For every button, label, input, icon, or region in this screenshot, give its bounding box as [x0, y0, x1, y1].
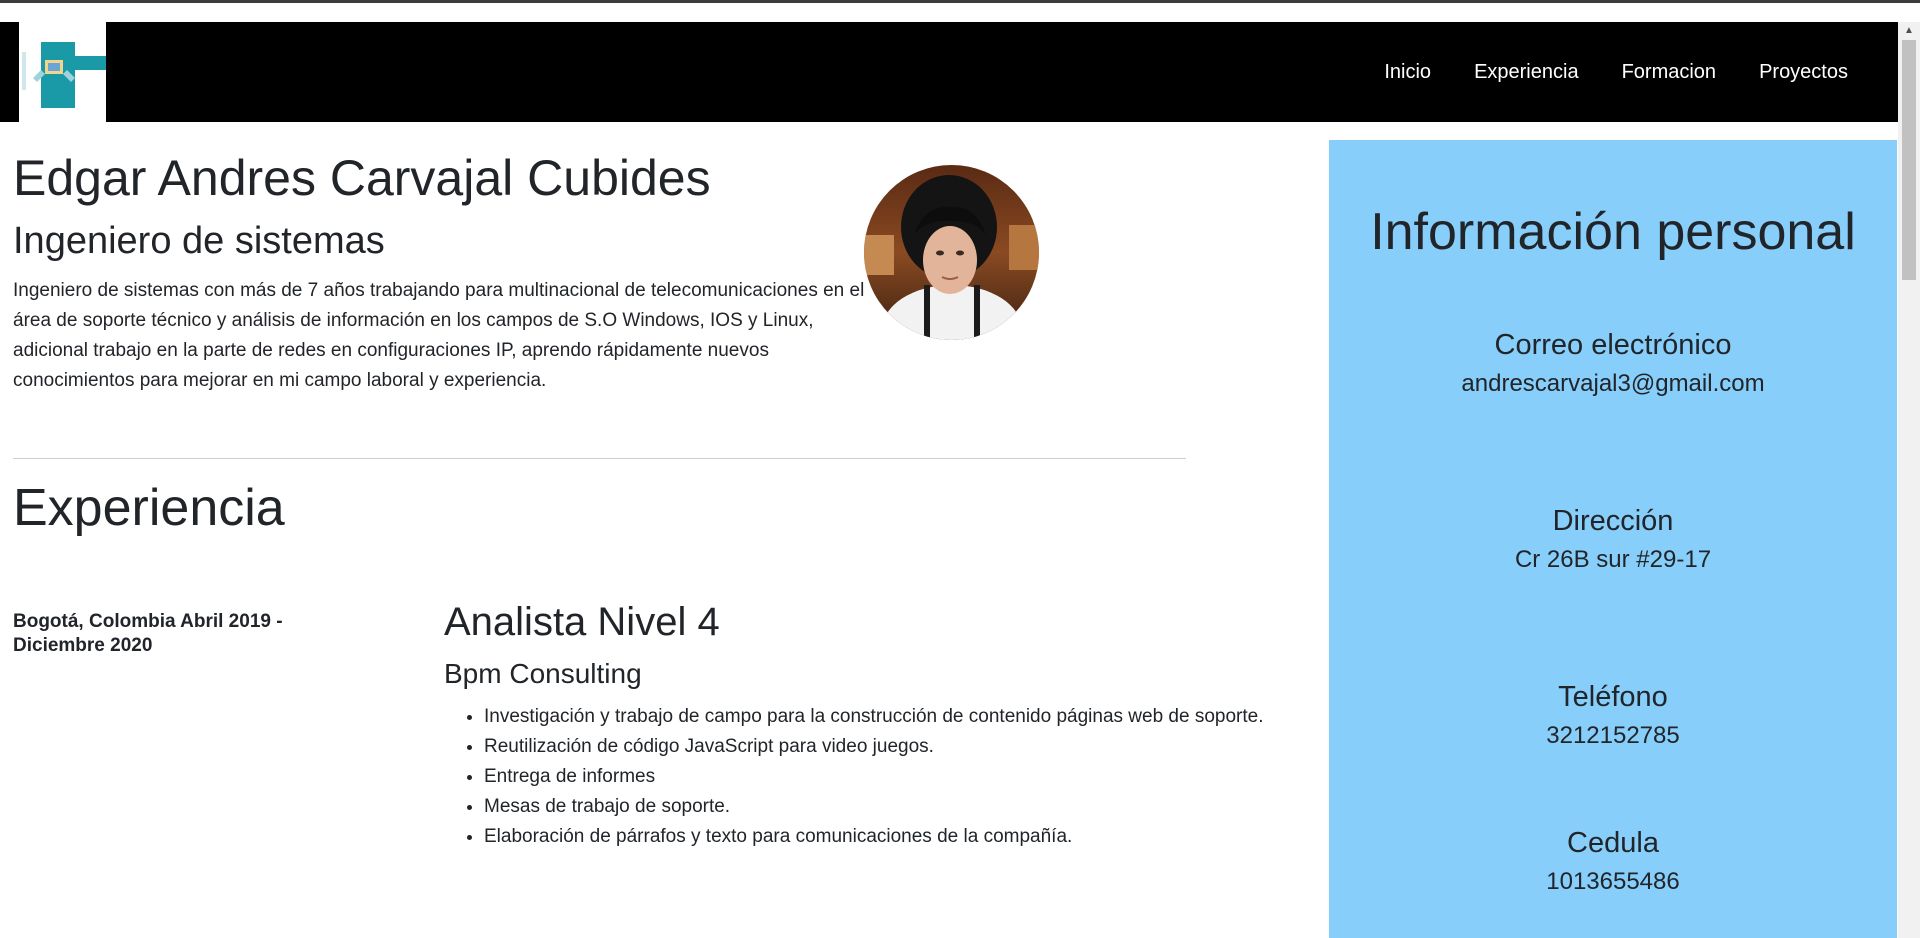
profile-photo-image [864, 165, 1039, 340]
phone-value: 3212152785 [1546, 722, 1680, 749]
email-value: andrescarvajal3@gmail.com [1461, 370, 1765, 397]
job-task-list: Investigación y trabajo de campo para la… [444, 702, 1314, 852]
page-scrollbar[interactable]: ▲ [1898, 22, 1920, 938]
logo-icon [19, 22, 106, 122]
scroll-up-icon[interactable]: ▲ [1898, 22, 1920, 39]
list-item: Entrega de informes [484, 762, 1314, 792]
site-logo[interactable] [19, 22, 106, 122]
nav-link-proyectos[interactable]: Proyectos [1759, 61, 1848, 84]
profile-name: Edgar Andres Carvajal Cubides [13, 150, 711, 206]
info-phone: Teléfono 3212152785 [1329, 678, 1897, 756]
job-company: Bpm Consulting [444, 658, 642, 689]
profile-summary: Ingeniero de sistemas con más de 7 años … [13, 280, 865, 391]
info-label: Dirección [1552, 505, 1674, 537]
info-email: Correo electrónico andrescarvajal3@gmail… [1329, 326, 1897, 404]
scrollbar-thumb[interactable] [1902, 40, 1916, 280]
nav-link-experiencia[interactable]: Experiencia [1474, 61, 1579, 84]
info-id: Cedula 1013655486 [1329, 824, 1897, 902]
info-address: Dirección Cr 26B sur #29-17 [1329, 502, 1897, 580]
id-value: 1013655486 [1546, 868, 1680, 895]
section-divider [13, 458, 1186, 459]
address-value: Cr 26B sur #29-17 [1514, 546, 1712, 573]
nav-link-formacion[interactable]: Formacion [1622, 61, 1716, 84]
nav-links: Inicio Experiencia Formacion Proyectos [1384, 22, 1848, 122]
experience-heading: Experiencia [13, 479, 285, 537]
job-location-dates: Bogotá, Colombia Abril 2019 - Diciembre … [13, 611, 283, 656]
list-item: Elaboración de párrafos y texto para com… [484, 822, 1314, 852]
navbar: Inicio Experiencia Formacion Proyectos [0, 22, 1898, 122]
list-item: Reutilización de código JavaScript para … [484, 732, 1314, 762]
nav-link-inicio[interactable]: Inicio [1384, 61, 1431, 84]
profile-photo [864, 165, 1039, 340]
info-label: Correo electrónico [1494, 329, 1732, 361]
list-item: Investigación y trabajo de campo para la… [484, 702, 1314, 732]
window-top-border [0, 0, 1920, 3]
info-label: Cedula [1567, 827, 1659, 859]
personal-info-heading: Información personal [1370, 203, 1856, 261]
job-title: Analista Nivel 4 [444, 600, 720, 644]
list-item: Mesas de trabajo de soporte. [484, 792, 1314, 822]
profile-role: Ingeniero de sistemas [13, 220, 385, 262]
personal-info-panel: Información personal Correo electrónico … [1329, 140, 1897, 938]
info-label: Teléfono [1558, 681, 1668, 713]
